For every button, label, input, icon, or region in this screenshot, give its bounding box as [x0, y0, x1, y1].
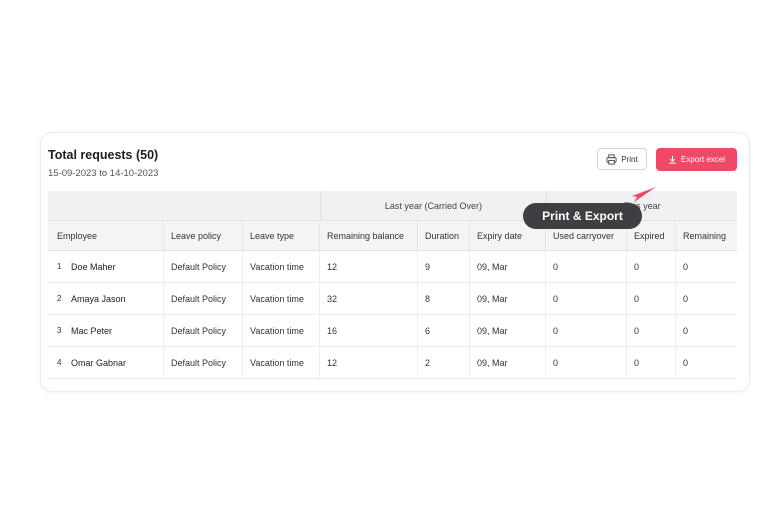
cell-expiry-date: 09, Mar — [470, 251, 546, 282]
download-icon — [668, 155, 677, 164]
table-row[interactable]: 1 Doe Maher Default Policy Vacation time … — [48, 251, 737, 283]
group-header-empty — [48, 191, 321, 220]
cell-leave-type: Vacation time — [243, 251, 320, 282]
cell-remaining-balance: 12 — [320, 347, 418, 378]
cell-duration: 8 — [418, 283, 470, 314]
cell-expiry-date: 09, Mar — [470, 315, 546, 346]
cell-leave-policy: Default Policy — [164, 283, 243, 314]
col-remaining[interactable]: Remaining — [676, 221, 736, 250]
cell-expired: 0 — [627, 283, 676, 314]
cell-leave-policy: Default Policy — [164, 251, 243, 282]
cell-used-carryover: 0 — [546, 283, 627, 314]
cell-expired: 0 — [627, 315, 676, 346]
cell-leave-type: Vacation time — [243, 347, 320, 378]
cell-duration: 2 — [418, 347, 470, 378]
col-leave-type[interactable]: Leave type — [243, 221, 320, 250]
cell-remaining: 0 — [683, 325, 689, 336]
export-button-label: Export excel — [680, 155, 726, 164]
employee-name: Doe Maher — [71, 261, 116, 272]
cell-expired: 0 — [627, 347, 676, 378]
cell-remaining-balance: 12 — [320, 251, 418, 282]
cell-leave-type: Vacation time — [243, 315, 320, 346]
cell-remaining-balance: 32 — [320, 283, 418, 314]
cell-expired: 0 — [627, 251, 676, 282]
export-excel-button[interactable]: Export excel — [656, 148, 737, 171]
page-title: Total requests (50) — [48, 148, 159, 162]
pointer-cursor-icon — [626, 183, 660, 210]
print-button-label: Print — [621, 154, 638, 164]
table-row[interactable]: 3 Mac Peter Default Policy Vacation time … — [48, 315, 737, 347]
cell-expiry-date: 09, Mar — [470, 283, 546, 314]
table-row[interactable]: 4 Omar Gabnar Default Policy Vacation tim… — [48, 347, 737, 379]
employee-name: Omar Gabnar — [71, 357, 127, 368]
employee-name: Mac Peter — [71, 325, 113, 336]
row-index: 2 — [57, 294, 62, 303]
row-index: 1 — [57, 262, 62, 271]
cell-duration: 9 — [418, 251, 470, 282]
cell-leave-policy: Default Policy — [164, 347, 243, 378]
cell-duration: 6 — [418, 315, 470, 346]
cell-used-carryover: 0 — [546, 347, 627, 378]
col-employee[interactable]: Employee — [48, 221, 164, 250]
col-leave-policy[interactable]: Leave policy — [164, 221, 243, 250]
cell-employee: 3 Mac Peter — [48, 315, 164, 346]
employee-name: Amaya Jason — [71, 293, 126, 304]
col-duration[interactable]: Duration — [418, 221, 470, 250]
col-remaining-balance[interactable]: Remaining balance — [320, 221, 418, 250]
requests-card: Total requests (50) 15-09-2023 to 14-10-… — [40, 132, 750, 392]
group-last-year: Last year (Carried Over) — [321, 191, 548, 220]
cell-employee: 2 Amaya Jason — [48, 283, 164, 314]
table-row[interactable]: 2 Amaya Jason Default Policy Vacation tim… — [48, 283, 737, 315]
cell-remaining: 0 — [683, 357, 689, 368]
date-range: 15-09-2023 to 14-10-2023 — [48, 168, 159, 179]
row-index: 3 — [57, 326, 62, 335]
cell-used-carryover: 0 — [546, 251, 627, 282]
cell-leave-type: Vacation time — [243, 283, 320, 314]
print-export-tooltip: Print & Export — [523, 203, 642, 229]
print-button[interactable]: Print — [597, 148, 647, 170]
cell-leave-policy: Default Policy — [164, 315, 243, 346]
cell-employee: 4 Omar Gabnar — [48, 347, 164, 378]
printer-icon — [606, 153, 617, 165]
cell-employee: 1 Doe Maher — [48, 251, 164, 282]
row-index: 4 — [57, 358, 62, 367]
cell-expiry-date: 09, Mar — [470, 347, 546, 378]
cell-used-carryover: 0 — [546, 315, 627, 346]
cell-remaining: 0 — [683, 293, 689, 304]
cell-remaining: 0 — [683, 261, 689, 272]
cell-remaining-balance: 16 — [320, 315, 418, 346]
